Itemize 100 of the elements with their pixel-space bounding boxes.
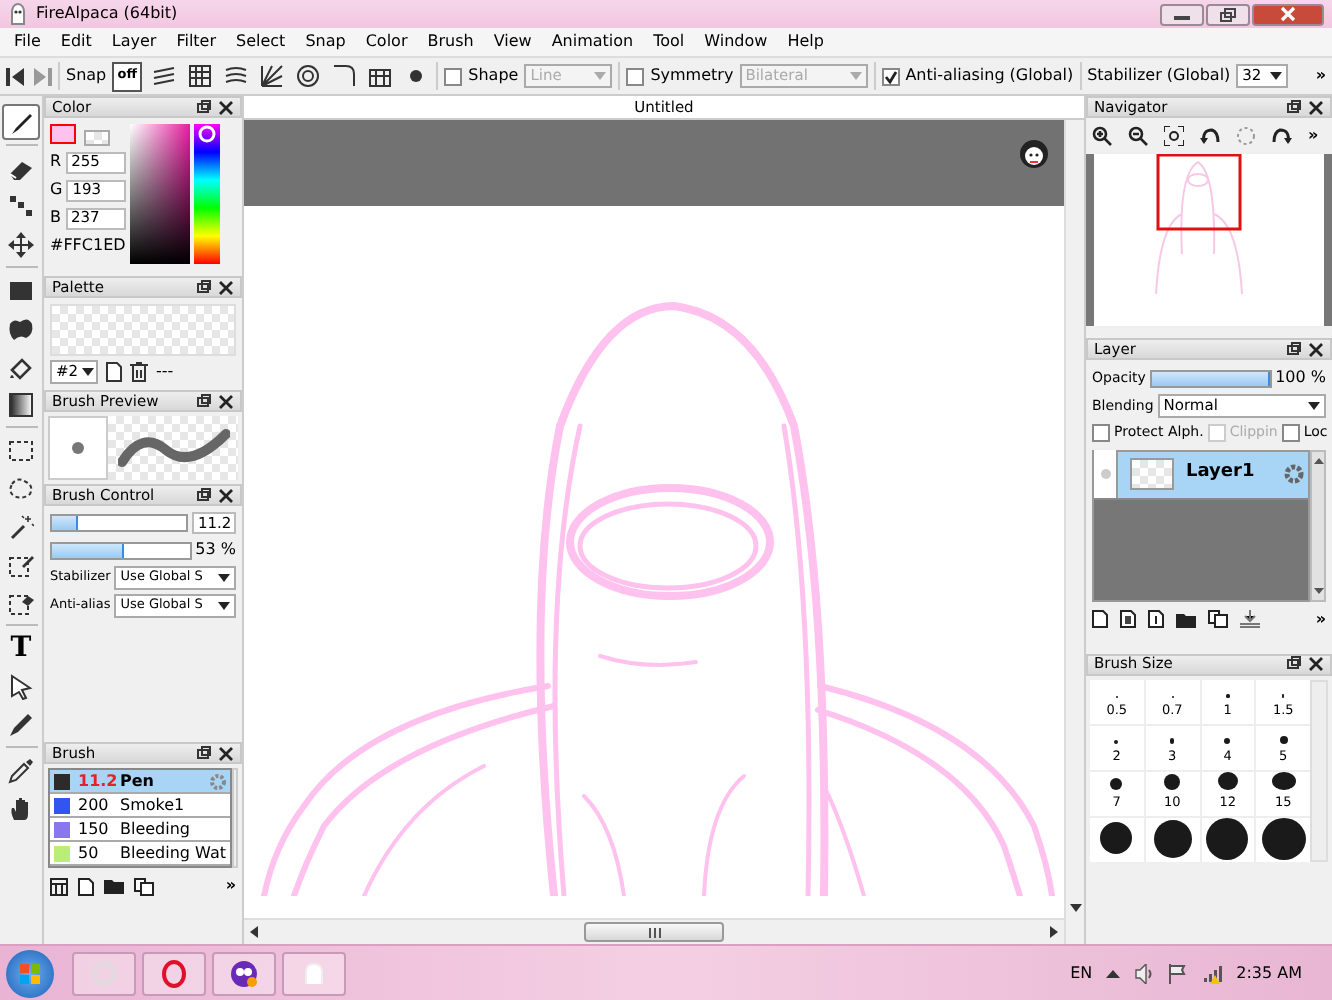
brush-list-item[interactable]: 150 Bleeding — [50, 818, 230, 842]
menu-item[interactable]: Select — [226, 28, 296, 56]
overflow-button[interactable]: » — [225, 874, 236, 898]
menu-item[interactable]: Snap — [295, 28, 356, 56]
new-page-icon[interactable] — [1092, 610, 1108, 628]
brush-size-option[interactable] — [1145, 817, 1199, 861]
slider-fill[interactable] — [52, 543, 125, 557]
snap-button[interactable] — [328, 61, 359, 91]
scroll-down-icon[interactable] — [1069, 904, 1081, 912]
scrollbar[interactable] — [1310, 679, 1328, 861]
taskbar-button[interactable] — [142, 951, 206, 995]
film-icon[interactable] — [50, 877, 68, 895]
opacity-slider[interactable] — [50, 541, 192, 559]
brush-list-item[interactable]: 50 Bleeding Wat — [50, 842, 230, 866]
more-button[interactable]: --- — [156, 360, 174, 384]
checkbox[interactable] — [881, 67, 900, 85]
new-page-icon[interactable] — [78, 877, 94, 895]
brush-size-option[interactable] — [1090, 817, 1144, 861]
trash-icon[interactable] — [130, 362, 148, 382]
restore-icon[interactable] — [196, 99, 212, 115]
menu-item[interactable]: Help — [777, 28, 834, 56]
restore-icon[interactable] — [1286, 656, 1302, 672]
brush-list-item[interactable]: 11.2 Pen — [50, 770, 230, 794]
minimize-button[interactable] — [1160, 3, 1204, 25]
restore-icon[interactable] — [1286, 341, 1302, 357]
menu-item[interactable]: Filter — [166, 28, 227, 56]
color-square[interactable] — [130, 124, 190, 264]
menu-item[interactable]: Tool — [643, 28, 695, 56]
snap-button[interactable] — [292, 61, 323, 91]
scroll-down-icon[interactable] — [1313, 587, 1323, 593]
close-button[interactable] — [1252, 3, 1324, 25]
zoom-in-icon[interactable] — [1092, 126, 1112, 146]
tool-button[interactable] — [2, 104, 40, 140]
page-icon[interactable] — [1148, 610, 1164, 628]
slider-fill[interactable] — [52, 516, 79, 530]
scrollbar[interactable] — [1310, 449, 1326, 601]
restore-icon[interactable] — [1286, 99, 1302, 115]
brush-size-option[interactable] — [1256, 817, 1310, 861]
speaker-icon[interactable] — [1134, 963, 1155, 983]
restore-icon[interactable] — [196, 487, 212, 503]
close-icon[interactable] — [1308, 99, 1324, 115]
snap-button[interactable] — [184, 61, 215, 91]
language-indicator[interactable]: EN — [1070, 961, 1093, 985]
scrollbar-thumb[interactable] — [584, 922, 724, 942]
rotate-left-icon[interactable] — [1200, 126, 1220, 146]
primary-color-swatch[interactable] — [50, 124, 76, 144]
close-icon[interactable] — [218, 99, 234, 115]
menu-item[interactable]: File — [4, 28, 51, 56]
brush-list-item[interactable]: 200 Smoke1 — [50, 794, 230, 818]
clock[interactable]: 2:35 AM — [1236, 961, 1302, 985]
layer-item[interactable]: Layer1 — [1094, 451, 1308, 499]
secondary-color-swatch[interactable] — [84, 130, 110, 146]
scroll-left-icon[interactable] — [250, 926, 258, 938]
hue-strip[interactable] — [194, 124, 220, 264]
network-warning-icon[interactable] — [1202, 963, 1223, 983]
duplicate-icon[interactable] — [1208, 610, 1228, 628]
fit-icon[interactable] — [1164, 126, 1184, 146]
checkbox[interactable] — [1092, 423, 1110, 442]
brush-size-option[interactable] — [1201, 817, 1255, 861]
close-icon[interactable] — [1308, 341, 1324, 357]
overflow-button[interactable]: » — [1315, 64, 1326, 88]
close-icon[interactable] — [218, 745, 234, 761]
taskbar-button[interactable] — [212, 951, 276, 995]
menu-item[interactable]: Window — [694, 28, 778, 56]
zoom-out-icon[interactable] — [1128, 126, 1148, 146]
scroll-right-icon[interactable] — [1050, 926, 1058, 938]
page-icon[interactable] — [1120, 610, 1136, 628]
flag-icon[interactable] — [1168, 963, 1189, 983]
scroll-up-icon[interactable] — [1313, 457, 1323, 463]
scrollbar[interactable] — [231, 768, 238, 868]
maximize-button[interactable] — [1206, 3, 1250, 25]
folder-icon[interactable] — [1176, 611, 1196, 627]
menu-item[interactable]: Animation — [541, 28, 644, 56]
step-back-icon[interactable] — [6, 67, 26, 85]
show-hidden-icon[interactable] — [1106, 969, 1121, 977]
close-icon[interactable] — [218, 279, 234, 295]
close-icon[interactable] — [1308, 656, 1324, 672]
menu-item[interactable]: Layer — [101, 28, 167, 56]
overflow-button[interactable]: » — [1315, 607, 1326, 631]
menu-item[interactable]: Color — [355, 28, 418, 56]
restore-icon[interactable] — [196, 393, 212, 409]
overflow-button[interactable]: » — [1308, 124, 1319, 148]
close-icon[interactable] — [218, 393, 234, 409]
visibility-dot-icon[interactable] — [1099, 468, 1111, 480]
restore-icon[interactable] — [196, 279, 212, 295]
duplicate-icon[interactable] — [134, 877, 154, 895]
restore-icon[interactable] — [196, 745, 212, 761]
close-icon[interactable] — [218, 487, 234, 503]
folder-icon[interactable] — [104, 878, 124, 894]
merge-down-icon[interactable] — [1240, 610, 1260, 628]
snap-button[interactable] — [148, 61, 179, 91]
snap-button[interactable] — [256, 61, 287, 91]
tool-button[interactable]: T — [2, 630, 40, 666]
menu-item[interactable]: View — [483, 28, 542, 56]
rotate-right-icon[interactable] — [1272, 126, 1292, 146]
menu-item[interactable]: Brush — [417, 28, 484, 56]
checkbox[interactable] — [1281, 423, 1300, 442]
brush-size-slider[interactable] — [50, 514, 188, 532]
start-button[interactable] — [6, 949, 54, 997]
menu-item[interactable]: Edit — [50, 28, 102, 56]
